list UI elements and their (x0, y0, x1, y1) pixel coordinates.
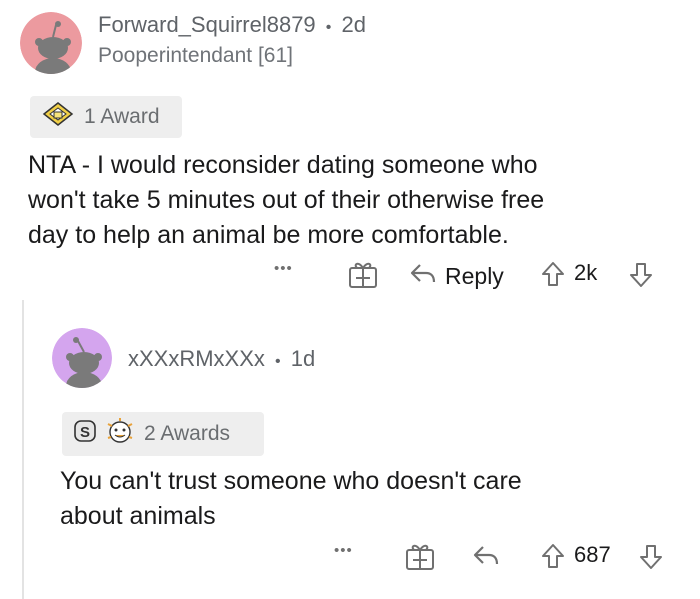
separator-dot: • (275, 353, 281, 370)
more-options-button[interactable]: ••• (334, 542, 353, 559)
user-flair: Pooperintendant [61] (98, 44, 293, 67)
gift-icon[interactable] (404, 542, 436, 572)
awards-count-label: 2 Awards (144, 422, 230, 445)
silver-award-icon: S (72, 417, 98, 451)
avatar[interactable] (20, 12, 82, 74)
vote-score: 687 (574, 542, 611, 567)
svg-text:S: S (80, 424, 90, 441)
gift-icon[interactable] (347, 260, 379, 290)
comment-actions: ••• Reply 2k (274, 258, 674, 292)
comment-line: won't take 5 minutes out of their otherw… (28, 186, 545, 214)
comment-body: NTA - I would reconsider dating someone … (28, 148, 678, 253)
comment-header: xXXxRMxXXx • 1d (128, 346, 315, 372)
username[interactable]: Forward_Squirrel8879 (98, 12, 316, 37)
reply-arrow-icon[interactable] (472, 544, 500, 568)
avatar[interactable] (52, 328, 112, 388)
comment-actions: ••• 687 (334, 540, 674, 574)
downvote-arrow-icon[interactable] (628, 261, 654, 289)
awards-pill[interactable]: S 2 Awards (62, 412, 264, 456)
more-options-button[interactable]: ••• (274, 260, 293, 277)
awards-pill[interactable]: 1 Award (30, 96, 182, 138)
reply-arrow-icon (409, 262, 437, 291)
thread-line[interactable] (22, 300, 24, 599)
upvote-arrow-icon[interactable] (540, 542, 566, 570)
timestamp: 2d (341, 12, 367, 37)
helpful-award-icon (40, 100, 76, 134)
upvote-arrow-icon[interactable] (540, 260, 566, 288)
separator-dot: • (325, 19, 332, 36)
username[interactable]: xXXxRMxXXx (128, 346, 265, 371)
comment-line: day to help an animal be more comfortabl… (28, 221, 509, 249)
reply-label: Reply (445, 263, 504, 289)
comment-line: about animals (60, 502, 216, 530)
downvote-arrow-icon[interactable] (638, 543, 664, 571)
comment-line: NTA - I would reconsider dating someone … (28, 151, 538, 179)
comment-body: You can't trust someone who doesn't care… (60, 464, 680, 534)
vote-score: 2k (574, 260, 598, 285)
comment-line: You can't trust someone who doesn't care (60, 467, 522, 495)
wholesome-award-icon (104, 416, 136, 452)
comment-header: Forward_Squirrel8879 • 2d (98, 12, 366, 38)
reply-button[interactable]: Reply (409, 262, 504, 291)
awards-count-label: 1 Award (84, 105, 160, 128)
timestamp: 1d (290, 346, 316, 371)
